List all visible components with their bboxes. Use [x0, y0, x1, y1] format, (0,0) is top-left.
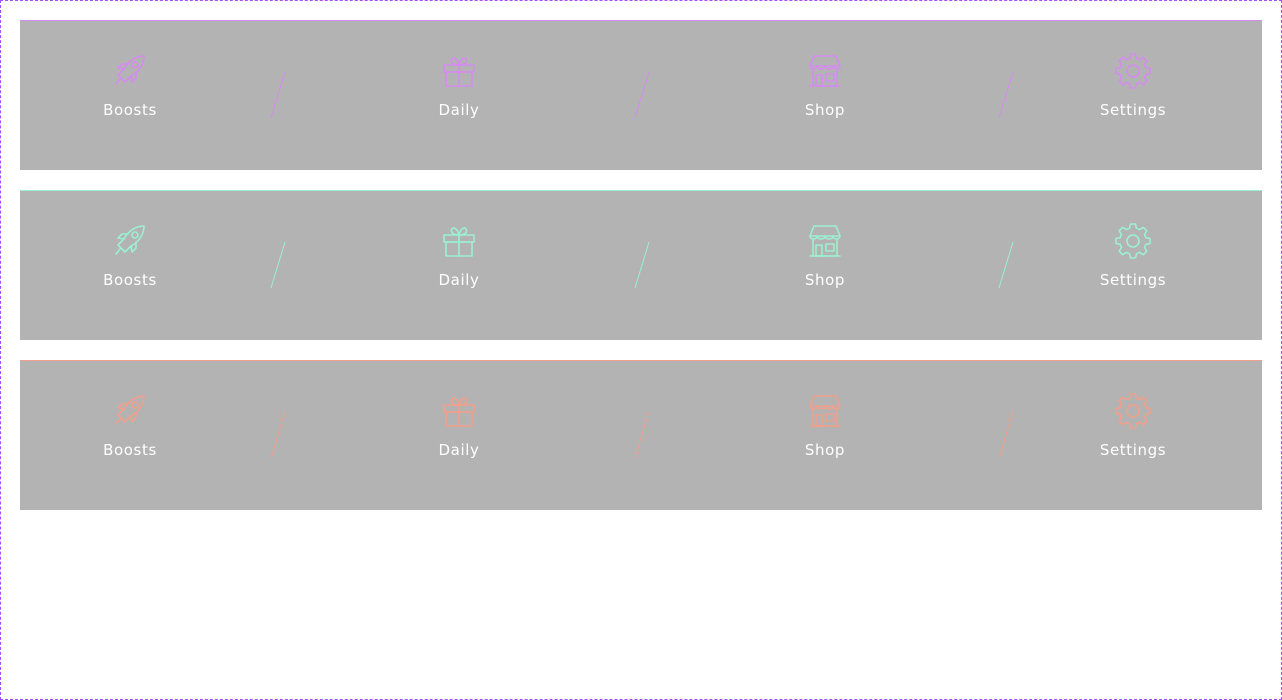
nav-item-boosts[interactable]: Boosts [70, 21, 190, 171]
nav-item-label: Daily [438, 441, 480, 459]
rocket-icon [110, 221, 150, 261]
nav-item-shop[interactable]: Shop [765, 21, 885, 171]
shop-icon [805, 221, 845, 261]
nav-divider [270, 411, 286, 459]
nav-item-daily[interactable]: Daily [399, 191, 519, 341]
nav-item-label: Boosts [103, 271, 157, 289]
nav-item-label: Shop [804, 441, 846, 459]
nav-bar: Boosts Daily Shop Settings [20, 20, 1262, 170]
nav-item-label: Settings [1099, 271, 1167, 289]
nav-bar: Boosts Daily Shop Settings [20, 360, 1262, 510]
nav-item-settings[interactable]: Settings [1073, 21, 1193, 171]
nav-item-shop[interactable]: Shop [765, 191, 885, 341]
nav-divider [998, 71, 1014, 119]
shop-icon [805, 391, 845, 431]
nav-divider [634, 241, 650, 289]
nav-divider [634, 411, 650, 459]
nav-item-shop[interactable]: Shop [765, 361, 885, 511]
nav-item-label: Daily [438, 101, 480, 119]
gift-icon [439, 221, 479, 261]
rocket-icon [110, 391, 150, 431]
nav-divider [998, 411, 1014, 459]
nav-item-label: Settings [1099, 101, 1167, 119]
gear-icon [1113, 391, 1153, 431]
nav-item-settings[interactable]: Settings [1073, 191, 1193, 341]
nav-divider [634, 71, 650, 119]
shop-icon [805, 51, 845, 91]
gift-icon [439, 51, 479, 91]
nav-item-label: Boosts [103, 101, 157, 119]
gear-icon [1113, 51, 1153, 91]
nav-item-label: Daily [438, 271, 480, 289]
nav-item-label: Shop [804, 271, 846, 289]
nav-item-label: Settings [1099, 441, 1167, 459]
nav-divider [270, 241, 286, 289]
nav-divider [270, 71, 286, 119]
gear-icon [1113, 221, 1153, 261]
gift-icon [439, 391, 479, 431]
nav-divider [998, 241, 1014, 289]
nav-item-boosts[interactable]: Boosts [70, 361, 190, 511]
nav-item-label: Shop [804, 101, 846, 119]
nav-item-settings[interactable]: Settings [1073, 361, 1193, 511]
nav-item-daily[interactable]: Daily [399, 21, 519, 171]
nav-bar: Boosts Daily Shop Settings [20, 190, 1262, 340]
nav-item-label: Boosts [103, 441, 157, 459]
rocket-icon [110, 51, 150, 91]
nav-item-boosts[interactable]: Boosts [70, 191, 190, 341]
nav-item-daily[interactable]: Daily [399, 361, 519, 511]
